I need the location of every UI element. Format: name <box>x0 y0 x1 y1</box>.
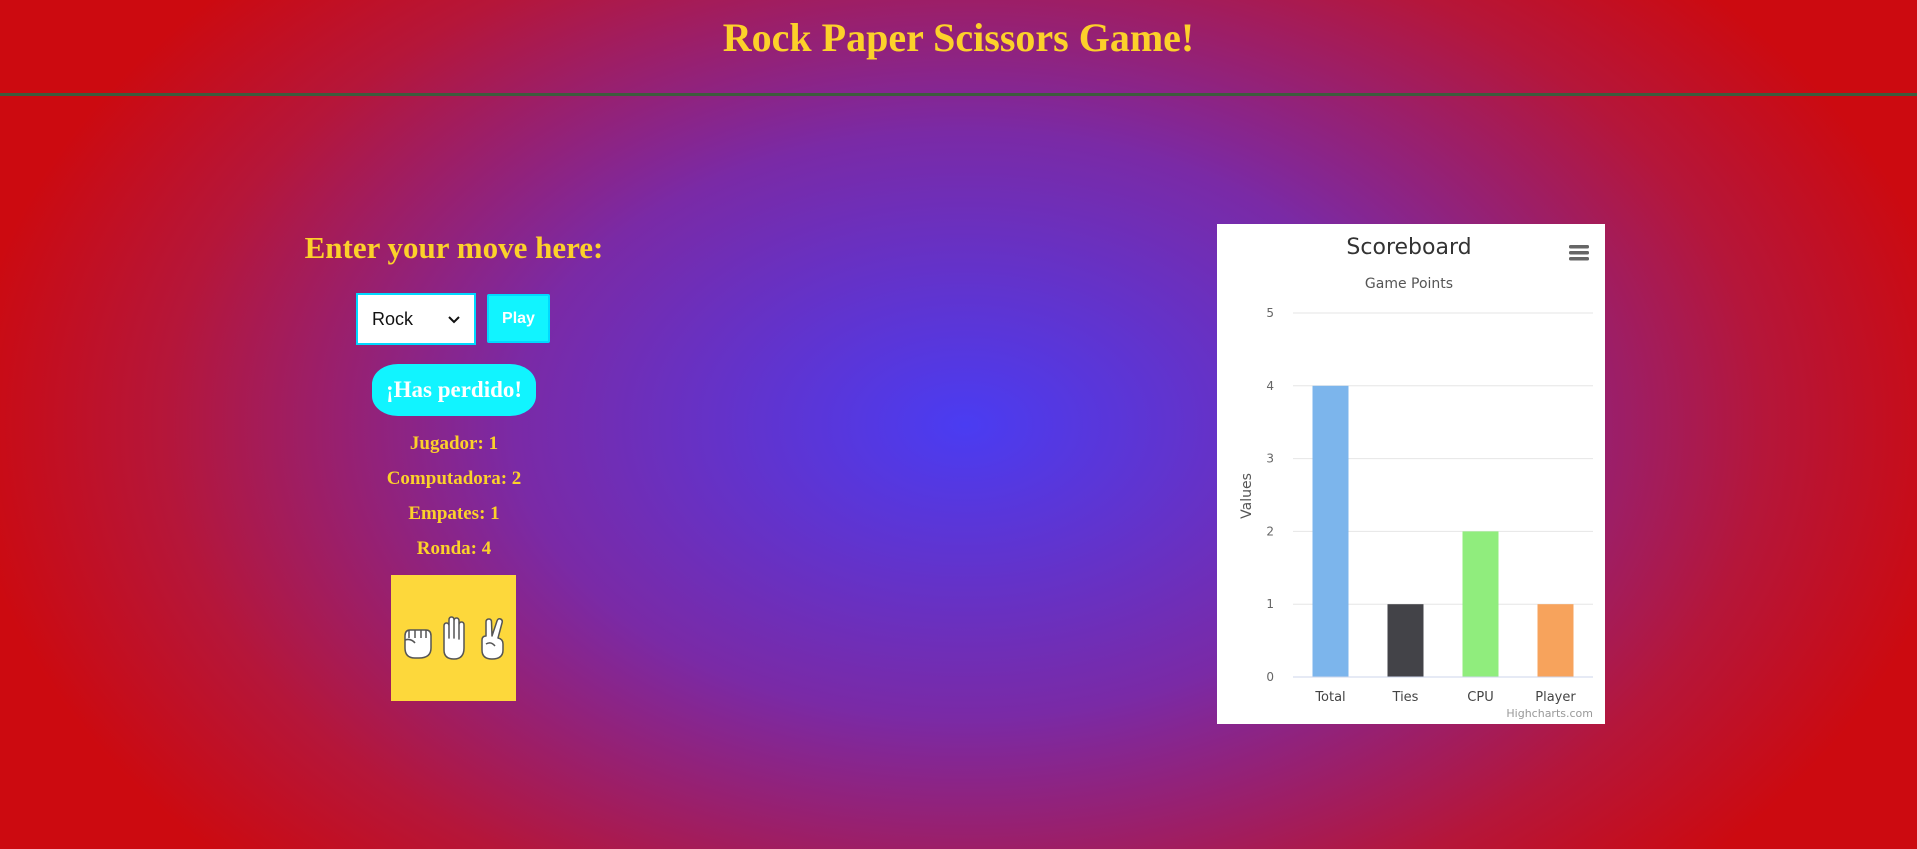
plot-area: 0 1 2 3 4 5 Total Ties CPU Player <box>1266 306 1593 705</box>
chart-credits[interactable]: Highcharts.com <box>1506 707 1593 720</box>
game-panel: Enter your move here: Rock Play ¡Has per… <box>304 230 604 701</box>
move-select-value: Rock <box>372 308 414 329</box>
player-score: Jugador: 1 <box>409 433 499 454</box>
chart-title: Scoreboard <box>1346 235 1471 260</box>
x-tick-label: Total <box>1314 690 1345 705</box>
y-tick-label: 1 <box>1266 597 1274 611</box>
play-button[interactable]: Play <box>487 294 550 343</box>
x-tick-label: CPU <box>1467 690 1493 705</box>
bar-player[interactable] <box>1537 604 1574 677</box>
x-tick-label: Player <box>1535 690 1576 705</box>
chart-subtitle: Game Points <box>1365 276 1453 292</box>
rock-hand-icon <box>403 629 432 659</box>
y-tick-label: 2 <box>1266 524 1274 538</box>
y-tick-label: 4 <box>1266 379 1274 393</box>
y-axis-label: Values <box>1239 473 1255 519</box>
rps-image <box>391 575 516 701</box>
round-counter: Ronda: 4 <box>416 538 492 559</box>
bar-cpu[interactable] <box>1462 531 1499 677</box>
x-tick-label: Ties <box>1392 690 1419 705</box>
move-select[interactable]: Rock <box>356 293 476 345</box>
computer-score: Computadora: 2 <box>386 468 522 489</box>
move-controls: Rock Play <box>356 293 550 345</box>
bar-total[interactable] <box>1312 385 1349 677</box>
ties-score: Empates: 1 <box>408 503 500 524</box>
bar-ties[interactable] <box>1387 604 1424 677</box>
page-title: Rock Paper Scissors Game! <box>722 15 1195 60</box>
chart-svg: Scoreboard Game Points Values 0 1 2 3 4 5 Tota… <box>1239 235 1593 720</box>
chevron-down-icon <box>448 312 460 327</box>
paper-hand-icon <box>442 616 465 660</box>
move-prompt: Enter your move here: <box>304 230 604 265</box>
y-tick-label: 3 <box>1266 452 1274 466</box>
hamburger-menu-icon[interactable] <box>1567 242 1591 264</box>
page-header: Rock Paper Scissors Game! <box>0 0 1917 96</box>
y-tick-label: 5 <box>1266 306 1274 320</box>
result-badge: ¡Has perdido! <box>372 364 536 416</box>
y-tick-label: 0 <box>1266 670 1274 684</box>
scoreboard-chart: Scoreboard Game Points Values 0 1 2 3 4 5 Tota… <box>1217 224 1605 724</box>
scissors-hand-icon <box>480 618 504 660</box>
